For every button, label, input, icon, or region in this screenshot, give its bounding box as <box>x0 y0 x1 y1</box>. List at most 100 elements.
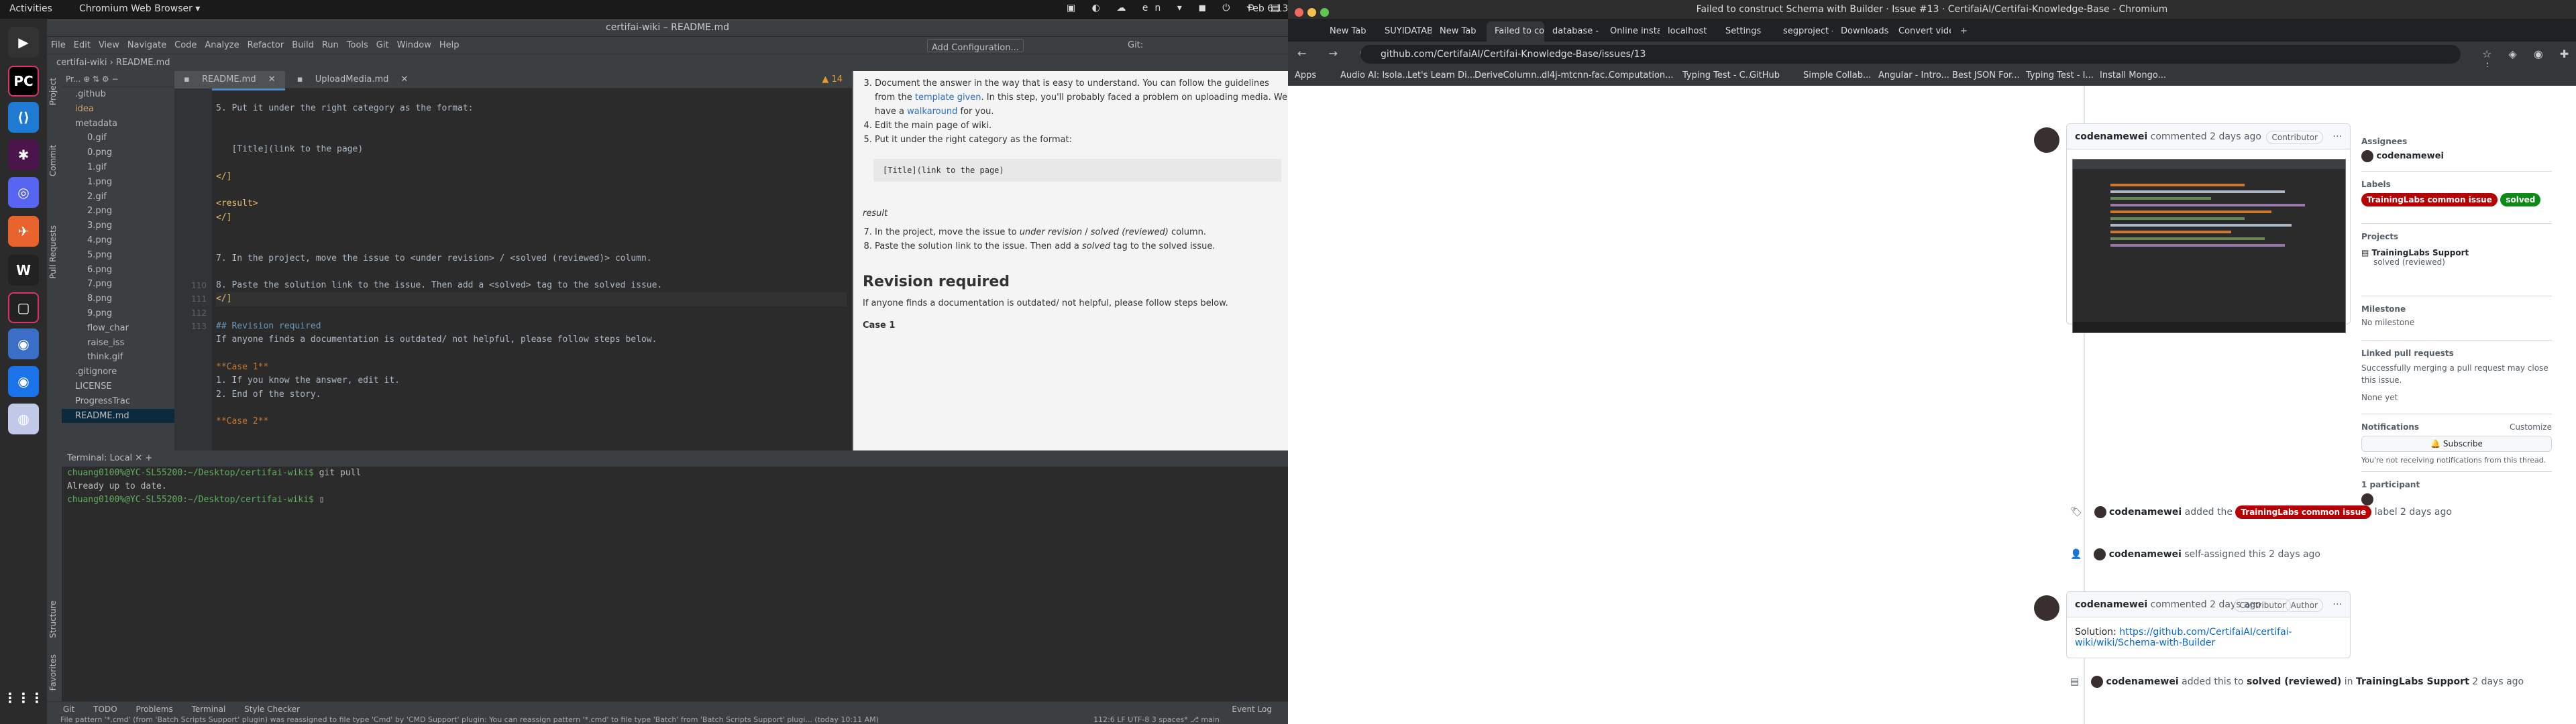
code-line[interactable]: 8. Paste the solution link to the issue.… <box>216 279 847 292</box>
slack-app-icon[interactable]: ✱ <box>8 139 39 170</box>
commit-tool-tab[interactable]: Commit <box>48 145 58 176</box>
bookmark[interactable]: dl4j-mtcnn-fac... <box>1542 70 1613 80</box>
menu-git[interactable]: Git <box>372 37 393 54</box>
tree-item[interactable]: ProgressTrac <box>62 394 174 409</box>
git-tool[interactable]: Git <box>63 705 74 714</box>
screenshot-image[interactable] <box>2072 159 2346 333</box>
tree-item[interactable]: flow_char <box>62 321 174 336</box>
bookmark[interactable]: Best JSON For... <box>1952 70 2020 80</box>
discord-app-icon[interactable]: ◎ <box>8 177 39 208</box>
ide-app-icon[interactable]: ▢ <box>8 292 39 323</box>
terminal-app-icon[interactable]: ▶ <box>8 27 39 58</box>
tree-item[interactable]: 8.png <box>62 292 174 306</box>
code-area[interactable]: 5. Put it under the right category as th… <box>216 88 847 450</box>
structure-tool-tab[interactable]: Structure <box>48 601 58 638</box>
code-line[interactable] <box>216 184 847 197</box>
tree-item[interactable]: 2.gif <box>62 190 174 204</box>
event-author[interactable]: codenamewei <box>2109 549 2182 560</box>
code-line[interactable] <box>216 156 847 170</box>
todo-tool[interactable]: TODO <box>93 705 117 714</box>
pycharm-app-icon[interactable]: PC <box>8 66 39 97</box>
label-chip[interactable]: solved <box>2500 193 2541 206</box>
tab-uploadmedia[interactable]: ▪ UploadMedia.md ✕ <box>288 71 418 88</box>
breadcrumb-file[interactable]: README.md <box>116 58 170 68</box>
menu-view[interactable]: View <box>95 37 123 54</box>
code-line[interactable] <box>216 238 847 251</box>
avatar[interactable] <box>2034 127 2059 153</box>
code-line[interactable]: </] <box>216 170 847 184</box>
new-tab-button[interactable]: + <box>1952 21 1968 42</box>
vscode-app-icon[interactable]: ⟨⟩ <box>8 102 39 133</box>
code-line[interactable]: <result> <box>216 197 847 210</box>
tree-item[interactable]: idea <box>62 102 174 117</box>
favorites-tool-tab[interactable]: Favorites <box>48 654 58 690</box>
tree-item[interactable]: 1.gif <box>62 160 174 175</box>
code-line[interactable] <box>216 129 847 143</box>
avatar[interactable] <box>2034 595 2059 621</box>
project-link[interactable]: TrainingLabs Support <box>2372 248 2469 257</box>
tab-readme[interactable]: ▪ README.md ✕ <box>174 71 285 90</box>
menu-code[interactable]: Code <box>170 37 201 54</box>
bookmark[interactable]: Typing Test - C... <box>1682 70 1754 80</box>
code-line[interactable]: </] <box>216 211 847 225</box>
tree-item[interactable]: metadata <box>62 117 174 131</box>
tree-item[interactable]: README.md <box>62 408 174 424</box>
code-line[interactable]: [Title](link to the page) <box>216 143 847 156</box>
event-author[interactable]: codenamewei <box>2109 507 2182 518</box>
show-apps-icon[interactable]: ⋮⋮⋮ <box>3 682 44 713</box>
menu-tools[interactable]: Tools <box>343 37 372 54</box>
code-line[interactable]: **Case 2** <box>216 415 847 428</box>
project-tool-tab[interactable]: Project <box>48 78 58 105</box>
browser-tab[interactable]: New Tab <box>1322 21 1377 42</box>
bookmark[interactable]: DeriveColumn... <box>1474 70 1545 80</box>
code-line[interactable] <box>216 402 847 415</box>
tree-item[interactable]: think.gif <box>62 350 174 365</box>
app-menu[interactable]: Chromium Web Browser ▾ <box>79 3 200 14</box>
wm-app-icon[interactable]: W <box>8 255 39 286</box>
browser-tab[interactable]: SUYIDATABASE <box>1377 21 1432 42</box>
terminal-tool[interactable]: Terminal <box>192 705 226 714</box>
tree-item[interactable]: 7.png <box>62 277 174 292</box>
comment-menu-icon[interactable]: ··· <box>2333 592 2342 617</box>
tree-item[interactable]: .gitignore <box>62 365 174 379</box>
menu-run[interactable]: Run <box>318 37 343 54</box>
assignees-heading[interactable]: Assignees <box>2361 137 2552 146</box>
bookmark[interactable]: Let's Learn Di... <box>1407 70 1475 80</box>
browser-tab[interactable]: New Tab <box>1432 21 1487 42</box>
tree-item[interactable]: 3.png <box>62 219 174 233</box>
browser-tab[interactable]: Settings <box>1717 21 1775 42</box>
postman-app-icon[interactable]: ✈ <box>8 216 39 247</box>
event-log-tool[interactable]: Event Log <box>1232 702 1272 717</box>
bookmark[interactable]: Simple Collab... <box>1803 70 1871 80</box>
code-line[interactable]: **Case 1** <box>216 361 847 374</box>
avatar[interactable] <box>2094 506 2106 518</box>
chromium-app-icon[interactable]: ◉ <box>8 328 39 359</box>
menu-edit[interactable]: Edit <box>70 37 95 54</box>
bookmark[interactable]: GitHub <box>1750 70 1780 80</box>
pull-requests-tool-tab[interactable]: Pull Requests <box>48 225 58 279</box>
browser-tab[interactable]: database - How <box>1544 21 1602 42</box>
menu-refactor[interactable]: Refactor <box>244 37 288 54</box>
tree-item[interactable]: 0.gif <box>62 131 174 145</box>
generic-app-icon[interactable]: ◍ <box>8 404 39 434</box>
avatar[interactable] <box>2091 676 2104 688</box>
bookmark[interactable]: Apps <box>1295 70 1316 80</box>
language-indicator[interactable]: en <box>1142 3 1168 13</box>
tree-item[interactable]: 6.png <box>62 263 174 278</box>
assignee[interactable]: codenamewei <box>2377 152 2444 162</box>
bookmark[interactable]: Install Mongo... <box>2100 70 2166 80</box>
milestone-heading[interactable]: Milestone <box>2361 304 2552 314</box>
new-terminal-button[interactable]: + <box>145 453 152 463</box>
tree-item[interactable]: LICENSE <box>62 379 174 394</box>
menu-navigate[interactable]: Navigate <box>123 37 170 54</box>
subscribe-button[interactable]: 🔔 Subscribe <box>2361 436 2552 452</box>
comment-author[interactable]: codenamewei <box>2075 599 2147 610</box>
tree-item[interactable]: 4.png <box>62 233 174 248</box>
menu-build[interactable]: Build <box>288 37 318 54</box>
comment-menu-icon[interactable]: ··· <box>2333 124 2342 149</box>
terminal-line[interactable]: chuang0100%@YC-SL55200:~/Desktop/certifa… <box>62 493 1288 507</box>
url-input[interactable]: github.com/CertifaiAI/Certifai-Knowledge… <box>1360 45 2461 64</box>
style-checker-tool[interactable]: Style Checker <box>244 705 300 714</box>
bookmark[interactable]: Computation... <box>1609 70 1674 80</box>
code-line[interactable]: 5. Put it under the right category as th… <box>216 102 847 115</box>
